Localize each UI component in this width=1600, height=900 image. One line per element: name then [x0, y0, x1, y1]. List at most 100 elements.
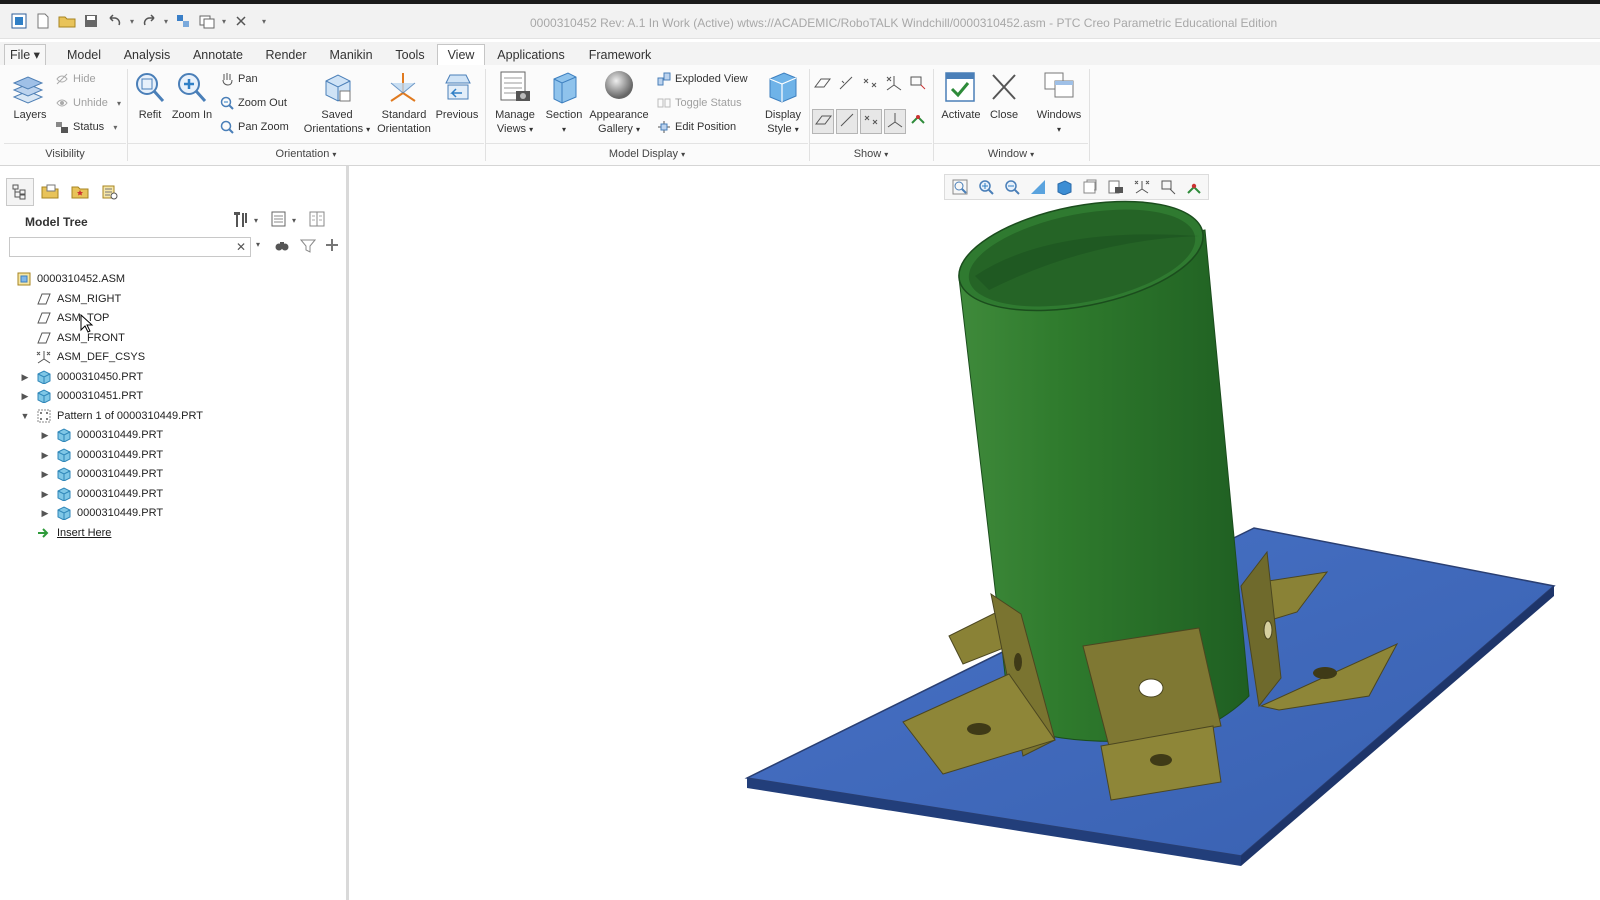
saved-orientations-button[interactable]	[320, 69, 354, 108]
windows-icon[interactable]	[196, 10, 218, 32]
manage-views-button[interactable]	[498, 69, 532, 108]
clear-search-icon[interactable]: ✕	[236, 240, 246, 254]
csys-display-icon[interactable]	[884, 73, 904, 96]
group-window[interactable]: Window ▾	[934, 143, 1088, 165]
tab-manikin[interactable]: Manikin	[319, 44, 383, 66]
tree-node-pattern-member-5[interactable]: ▶ 0000310449.PRT	[38, 504, 163, 522]
tree-node-pattern-member-2[interactable]: ▶ 0000310449.PRT	[38, 446, 163, 464]
zoom-out-button[interactable]: Zoom Out	[220, 96, 287, 110]
expand-arrow-icon[interactable]: ▶	[38, 469, 52, 480]
regenerate-icon[interactable]	[172, 10, 194, 32]
tree-node-part-0000310450[interactable]: ▶ 0000310450.PRT	[18, 368, 143, 386]
tab-framework[interactable]: Framework	[578, 44, 662, 66]
save-icon[interactable]	[80, 10, 102, 32]
redo-icon[interactable]	[138, 10, 160, 32]
folder-browser-tab-icon[interactable]	[36, 178, 64, 206]
tree-node-root-assembly[interactable]: 0000310452.ASM	[16, 270, 125, 288]
layers-button[interactable]	[10, 71, 46, 110]
hide-button[interactable]: Hide	[55, 72, 96, 86]
model-tree-tab-icon[interactable]	[6, 178, 34, 206]
expand-arrow-icon[interactable]: ▶	[18, 391, 32, 402]
standard-orientation-button[interactable]	[386, 69, 420, 108]
point-tag-toggle-icon[interactable]	[860, 109, 882, 134]
tree-node-asm-right[interactable]: ASM_RIGHT	[36, 290, 121, 308]
windows-dropdown-icon[interactable]: ▾	[220, 10, 228, 32]
new-file-icon[interactable]	[32, 10, 54, 32]
search-dropdown-icon[interactable]: ▾	[256, 240, 260, 249]
tab-render[interactable]: Render	[256, 44, 316, 66]
app-menu-icon[interactable]	[8, 10, 30, 32]
refit-button[interactable]	[134, 71, 166, 108]
section-button[interactable]	[548, 69, 582, 108]
tree-settings-dropdown-icon[interactable]: ▾	[254, 216, 258, 225]
tree-settings-icon[interactable]	[232, 210, 250, 231]
unhide-button[interactable]: Unhide ▾	[55, 96, 121, 110]
expand-arrow-icon[interactable]: ▶	[38, 489, 52, 500]
manage-views-icon	[500, 71, 530, 101]
point-display-icon[interactable]	[860, 73, 880, 96]
edit-position-icon	[658, 121, 670, 133]
tree-layout-icon[interactable]	[308, 210, 326, 231]
tab-file[interactable]: File ▾	[4, 44, 46, 66]
find-icon[interactable]	[274, 238, 290, 257]
tab-applications[interactable]: Applications	[488, 44, 574, 66]
tab-analysis[interactable]: Analysis	[114, 44, 180, 66]
close-button[interactable]	[988, 69, 1020, 108]
group-show[interactable]: Show ▾	[810, 143, 932, 165]
axis-tag-toggle-icon[interactable]	[836, 109, 858, 134]
tree-node-asm-def-csys[interactable]: ASM_DEF_CSYS	[36, 348, 145, 366]
annotation-display-icon[interactable]	[908, 73, 928, 96]
status-button[interactable]: Status ▾	[55, 120, 117, 134]
tab-model[interactable]: Model	[57, 44, 111, 66]
group-orientation[interactable]: Orientation ▾	[128, 143, 484, 165]
pan-zoom-button[interactable]: Pan Zoom	[220, 120, 289, 134]
exploded-view-button[interactable]: Exploded View	[657, 72, 748, 86]
previous-button[interactable]	[440, 69, 474, 108]
group-model-display[interactable]: Model Display ▾	[486, 143, 808, 165]
display-style-button[interactable]	[766, 69, 800, 108]
tab-annotate[interactable]: Annotate	[183, 44, 253, 66]
favorites-tab-icon[interactable]	[66, 178, 94, 206]
spin-center-icon[interactable]	[908, 109, 928, 134]
expand-arrow-icon[interactable]: ▶	[38, 430, 52, 441]
show-columns-dropdown-icon[interactable]: ▾	[292, 216, 296, 225]
show-columns-icon[interactable]	[270, 210, 288, 231]
open-folder-icon[interactable]	[56, 10, 78, 32]
3d-model-canvas[interactable]	[349, 166, 1600, 900]
expand-arrow-icon[interactable]: ▶	[38, 508, 52, 519]
tree-node-asm-top[interactable]: ASM_TOP	[36, 309, 109, 327]
add-icon[interactable]	[325, 238, 339, 255]
edit-position-button[interactable]: Edit Position	[657, 120, 736, 134]
tree-node-insert-here[interactable]: Insert Here	[36, 524, 111, 542]
redo-dropdown-icon[interactable]: ▾	[162, 10, 170, 32]
tree-node-pattern-member-1[interactable]: ▶ 0000310449.PRT	[38, 426, 163, 444]
exploded-view-icon	[657, 72, 671, 86]
pan-button[interactable]: Pan	[220, 72, 258, 86]
toggle-status-button[interactable]: Toggle Status	[657, 96, 742, 110]
model-tree-search-input[interactable]: ✕	[9, 237, 251, 257]
activate-button[interactable]	[944, 69, 976, 108]
tree-node-pattern-member-4[interactable]: ▶ 0000310449.PRT	[38, 485, 163, 503]
csys-tag-toggle-icon[interactable]	[884, 109, 906, 134]
tab-tools[interactable]: Tools	[386, 44, 434, 66]
appearance-sphere-icon	[605, 71, 633, 99]
graphics-window[interactable]	[349, 166, 1600, 900]
zoom-in-button[interactable]	[176, 71, 208, 108]
expand-arrow-icon[interactable]: ▶	[38, 450, 52, 461]
tree-node-pattern-1[interactable]: ▼ Pattern 1 of 0000310449.PRT	[18, 407, 203, 425]
undo-icon[interactable]	[104, 10, 126, 32]
plane-tag-toggle-icon[interactable]	[812, 109, 834, 134]
tree-node-pattern-member-3[interactable]: ▶ 0000310449.PRT	[38, 465, 163, 483]
filter-icon[interactable]	[299, 238, 317, 257]
plane-display-icon[interactable]	[812, 73, 832, 96]
collapse-arrow-icon[interactable]: ▼	[18, 411, 32, 421]
history-tab-icon[interactable]	[96, 178, 124, 206]
expand-arrow-icon[interactable]: ▶	[18, 372, 32, 383]
tree-node-part-0000310451[interactable]: ▶ 0000310451.PRT	[18, 387, 143, 405]
windows-button[interactable]	[1043, 69, 1075, 108]
customize-toolbar-icon[interactable]: ▾	[260, 10, 268, 32]
axis-display-icon[interactable]	[836, 73, 856, 96]
appearance-gallery-button[interactable]	[602, 69, 636, 108]
undo-dropdown-icon[interactable]: ▾	[128, 10, 136, 32]
close-window-icon[interactable]	[230, 10, 252, 32]
